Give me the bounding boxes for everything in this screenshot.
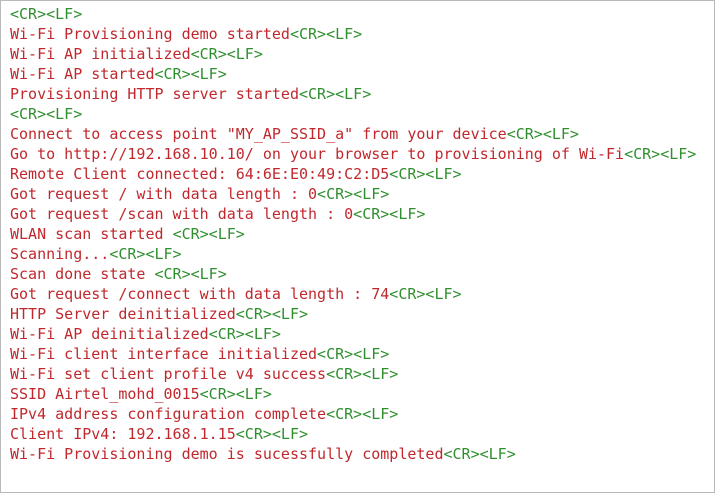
line-ending-marker: <CR><LF>	[235, 305, 309, 323]
terminal-line: HTTP Server deinitialized<CR><LF>	[10, 304, 696, 324]
terminal-line: Got request / with data length : 0<CR><L…	[10, 184, 696, 204]
terminal-line: Got request /scan with data length : 0<C…	[10, 204, 696, 224]
terminal-line: Scan done state <CR><LF>	[10, 264, 696, 284]
terminal-line: Wi-Fi set client profile v4 success<CR><…	[10, 364, 696, 384]
terminal-line: Remote Client connected: 64:6E:E0:49:C2:…	[10, 164, 696, 184]
line-text: Go to http://192.168.10.10/ on your brow…	[10, 145, 625, 163]
line-ending-marker: <CR><LF>	[298, 85, 372, 103]
line-ending-marker: <CR><LF>	[326, 365, 399, 383]
line-ending-marker: <CR><LF>	[389, 285, 462, 303]
line-text: Wi-Fi AP deinitialized	[10, 325, 209, 343]
line-text: Provisioning HTTP server started	[10, 85, 299, 103]
terminal-line: SSID Airtel_mohd_0015<CR><LF>	[10, 384, 696, 404]
terminal-line: Connect to access point "MY_AP_SSID_a" f…	[10, 124, 696, 144]
terminal-line: WLAN scan started <CR><LF>	[10, 224, 696, 244]
line-ending-marker: <CR><LF>	[190, 45, 263, 63]
line-text: Got request / with data length : 0	[10, 185, 318, 203]
line-ending-marker: <CR><LF>	[154, 65, 227, 83]
line-ending-marker: <CR><LF>	[317, 185, 390, 203]
line-text: Scanning...	[10, 245, 110, 263]
terminal-line: IPv4 address configuration complete<CR><…	[10, 404, 696, 424]
line-ending-marker: <CR><LF>	[109, 245, 182, 263]
line-ending-marker: <CR><LF>	[235, 425, 309, 443]
terminal-line: <CR><LF>	[10, 4, 696, 24]
terminal-line: Wi-Fi AP initialized<CR><LF>	[10, 44, 696, 64]
line-ending-marker: <CR><LF>	[624, 145, 697, 163]
line-text: Got request /scan with data length : 0	[10, 205, 354, 223]
line-text: Wi-Fi Provisioning demo is sucessfully c…	[10, 445, 444, 463]
terminal-line: Wi-Fi client interface initialized<CR><L…	[10, 344, 696, 364]
line-ending-marker: <CR><LF>	[506, 125, 579, 143]
line-ending-marker: <CR><LF>	[326, 405, 399, 423]
line-ending-marker: <CR><LF>	[289, 25, 363, 43]
line-ending-marker: <CR><LF>	[443, 445, 516, 463]
line-text: SSID Airtel_mohd_0015	[10, 385, 200, 403]
line-text: Wi-Fi client interface initialized	[10, 345, 318, 363]
terminal-line: Wi-Fi AP started<CR><LF>	[10, 64, 696, 84]
terminal-line: Wi-Fi AP deinitialized<CR><LF>	[10, 324, 696, 344]
terminal-line: Scanning...<CR><LF>	[10, 244, 696, 264]
terminal-lines: <CR><LF> Wi-Fi Provisioning demo started<…	[10, 4, 696, 464]
terminal-line: Got request /connect with data length : …	[10, 284, 696, 304]
line-text: Remote Client connected: 64:6E:E0:49:C2:…	[10, 165, 390, 183]
terminal-line: Wi-Fi Provisioning demo started<CR><LF>	[10, 24, 696, 44]
line-text: Connect to access point "MY_AP_SSID_a" f…	[10, 125, 507, 143]
line-ending-marker: <CR><LF>	[317, 345, 390, 363]
line-text: Wi-Fi set client profile v4 success	[10, 365, 327, 383]
line-text: Wi-Fi AP started	[10, 65, 155, 83]
terminal-line: Go to http://192.168.10.10/ on your brow…	[10, 144, 696, 164]
line-text: Wi-Fi AP initialized	[10, 45, 191, 63]
terminal-line: Provisioning HTTP server started<CR><LF>	[10, 84, 696, 104]
line-text: WLAN scan started	[10, 225, 173, 243]
line-ending-marker: <CR><LF>	[353, 205, 426, 223]
line-ending-marker: <CR><LF>	[10, 105, 83, 123]
line-ending-marker: <CR><LF>	[154, 265, 227, 283]
line-ending-marker: <CR><LF>	[208, 325, 281, 343]
terminal-line: <CR><LF>	[10, 104, 696, 124]
terminal-line: Wi-Fi Provisioning demo is sucessfully c…	[10, 444, 696, 464]
line-text: Got request /connect with data length : …	[10, 285, 390, 303]
serial-terminal-output[interactable]: <CR><LF> Wi-Fi Provisioning demo started<…	[0, 0, 715, 493]
line-ending-marker: <CR><LF>	[389, 165, 462, 183]
line-ending-marker: <CR><LF>	[10, 5, 83, 23]
line-ending-marker: <CR><LF>	[172, 225, 245, 243]
terminal-line: Client IPv4: 192.168.1.15<CR><LF>	[10, 424, 696, 444]
line-text: Client IPv4: 192.168.1.15	[10, 425, 236, 443]
line-ending-marker: <CR><LF>	[199, 385, 272, 403]
line-text: HTTP Server deinitialized	[10, 305, 236, 323]
line-text: Wi-Fi Provisioning demo started	[10, 25, 290, 43]
line-text: Scan done state	[10, 265, 155, 283]
line-text: IPv4 address configuration complete	[10, 405, 327, 423]
